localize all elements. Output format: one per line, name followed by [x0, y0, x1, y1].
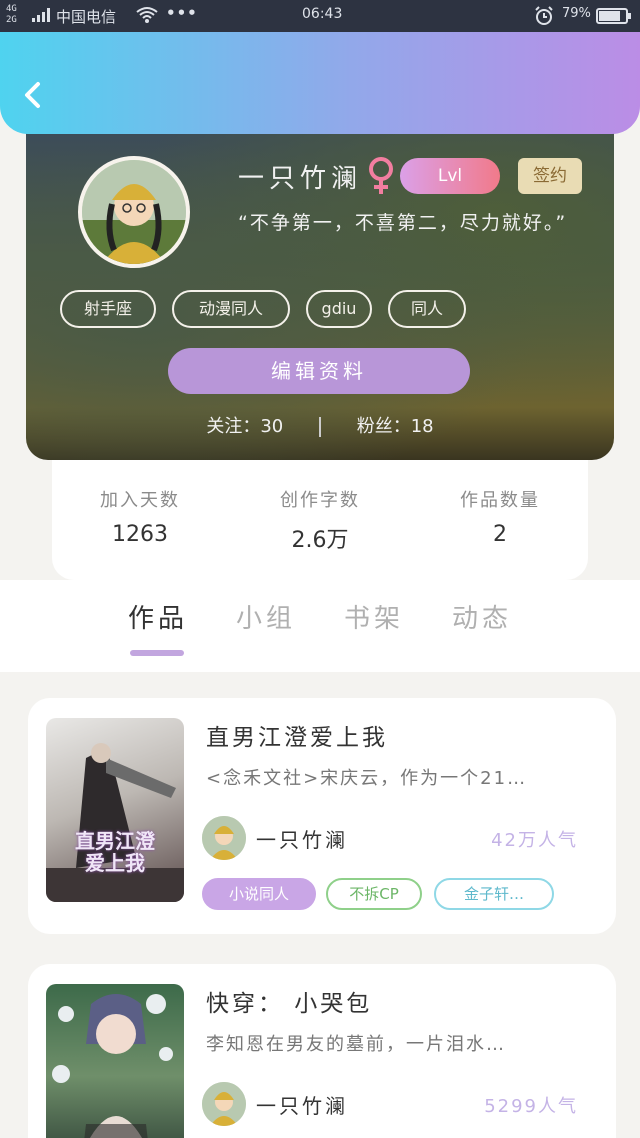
signal-icon — [32, 8, 50, 22]
work-title[interactable]: 快穿： 小哭包 — [206, 984, 372, 1018]
stat-value: 1263 — [112, 522, 168, 547]
profile-tag[interactable]: 同人 — [388, 290, 466, 328]
avatar-illustration-icon — [82, 160, 186, 264]
popularity: 42万人气 — [491, 830, 578, 851]
author-avatar[interactable] — [202, 816, 246, 860]
avatar-illustration-icon — [202, 816, 246, 860]
work-description: 李知恩在男友的墓前，一片泪水… — [206, 1034, 506, 1055]
work-tag[interactable]: 小说同人 — [202, 878, 316, 910]
author-name: 一只竹澜 — [256, 1094, 348, 1118]
author-avatar[interactable] — [202, 1082, 246, 1126]
female-icon — [369, 157, 393, 194]
clock: 06:43 — [302, 6, 343, 22]
profile-tag[interactable]: 射手座 — [60, 290, 156, 328]
tab-bar: 作品 小组 书架 动态 — [0, 580, 640, 672]
cover-illustration-icon — [52, 994, 173, 1138]
following-label: 关注： — [206, 416, 261, 437]
stat-value: 2 — [493, 522, 507, 547]
status-bar: 4G 2G 中国电信 ••• 06:43 79% — [0, 0, 640, 32]
username: 一只竹澜 — [238, 164, 363, 194]
stat-label: 创作字数 — [280, 490, 360, 511]
work-title[interactable]: 直男江澄爱上我 — [206, 718, 388, 752]
author-name: 一只竹澜 — [256, 828, 348, 852]
tab-bookshelf[interactable]: 书架 — [344, 598, 404, 635]
following-count: 30 — [260, 416, 284, 437]
avatar[interactable] — [78, 156, 190, 268]
work-description: <念禾文社>宋庆云，作为一个21… — [206, 768, 528, 789]
battery-percent: 79% — [562, 6, 591, 21]
back-arrow-icon[interactable] — [20, 80, 46, 110]
fans-label: 粉丝： — [356, 416, 411, 437]
stat-label: 加入天数 — [100, 490, 180, 511]
contract-badge: 签约 — [518, 158, 582, 194]
book-cover[interactable]: 直男江澄 爱上我 — [46, 718, 184, 902]
cover-title: 直男江澄 爱上我 — [75, 829, 155, 875]
fans-count: 18 — [410, 416, 434, 437]
tab-works[interactable]: 作品 — [128, 598, 188, 635]
header-bar — [0, 32, 640, 134]
profile-motto: “不争第一，不喜第二，尽力就好。” — [238, 212, 568, 234]
stat-value: 2.6万 — [291, 528, 349, 553]
tab-groups[interactable]: 小组 — [236, 598, 296, 635]
avatar-illustration-icon — [202, 1082, 246, 1126]
level-badge: Lvl — [400, 158, 500, 194]
stats-card: 加入天数 1263 创作字数 2.6万 作品数量 2 — [52, 460, 588, 580]
carrier-name: 中国电信 — [56, 8, 117, 26]
profile-card: 一只竹澜 Lvl 签约 “不争第一，不喜第二，尽力就好。” 射手座 动漫同人 g… — [26, 110, 614, 460]
work-card[interactable]: 直男江澄 爱上我 直男江澄爱上我 <念禾文社>宋庆云，作为一个21… 一只竹澜 … — [28, 698, 616, 934]
book-cover[interactable] — [46, 984, 184, 1138]
profile-tag[interactable]: 动漫同人 — [172, 290, 290, 328]
profile-tag[interactable]: gdiu — [306, 290, 372, 328]
more-dots: ••• — [166, 4, 198, 22]
tab-feed[interactable]: 动态 — [452, 598, 512, 635]
network-type: 4G 2G — [6, 4, 17, 25]
follow-stats: 关注：30 粉丝：18 — [26, 412, 614, 438]
alarm-icon — [535, 6, 553, 25]
popularity: 5299人气 — [484, 1096, 578, 1117]
work-tag[interactable]: 金子轩… — [434, 878, 554, 910]
tab-indicator — [130, 650, 184, 656]
divider — [319, 417, 321, 437]
stat-word-count: 创作字数 2.6万 — [240, 486, 400, 554]
edit-profile-button[interactable]: 编辑资料 — [168, 348, 470, 394]
stat-label: 作品数量 — [460, 490, 540, 511]
stat-join-days: 加入天数 1263 — [60, 486, 220, 547]
work-card[interactable]: 快穿： 小哭包 李知恩在男友的墓前，一片泪水… 一只竹澜 5299人气 — [28, 964, 616, 1138]
fans-link[interactable]: 粉丝：18 — [357, 416, 434, 437]
work-tag[interactable]: 不拆CP — [326, 878, 422, 910]
battery-icon — [596, 8, 631, 24]
following-link[interactable]: 关注：30 — [206, 416, 283, 437]
stat-work-count: 作品数量 2 — [420, 486, 580, 547]
wifi-icon — [136, 7, 158, 23]
